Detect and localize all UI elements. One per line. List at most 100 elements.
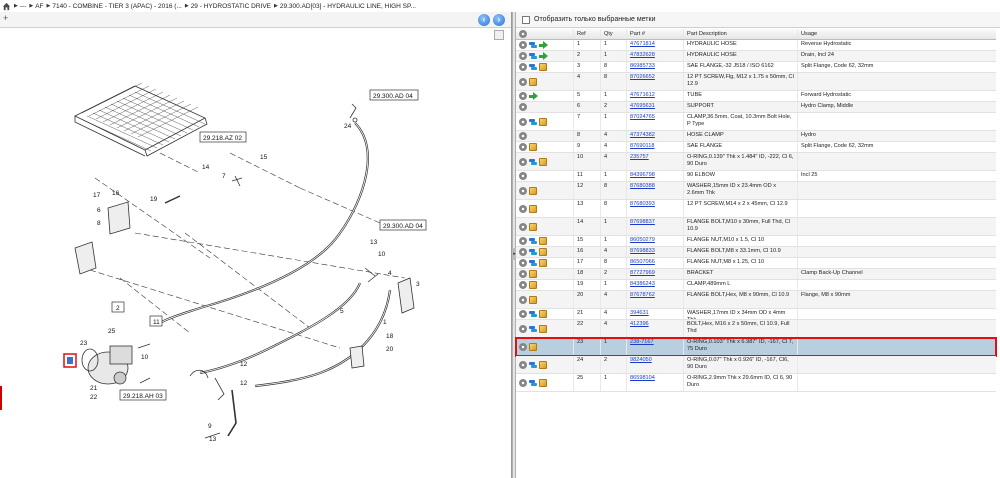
options-icon[interactable] — [519, 342, 527, 351]
column-header-ref[interactable]: Ref — [574, 29, 601, 39]
table-row[interactable]: 22 4 412396 BOLT,Hex, M16 x 2 x 50mm, Cl 10… — [516, 320, 996, 338]
table-row[interactable]: 6 2 47695631 SUPPORT Hydro Clamp, Middle — [516, 102, 996, 113]
cell-part-number[interactable]: 84386243 — [627, 280, 684, 290]
swap-icon[interactable] — [529, 361, 537, 369]
callout-15[interactable]: 15 — [260, 154, 268, 161]
swap-icon[interactable] — [529, 310, 537, 318]
package-icon[interactable] — [539, 378, 547, 387]
cell-part-number[interactable]: 87680393 — [627, 200, 684, 217]
part-number-link[interactable]: 394631 — [630, 310, 649, 316]
forward-arrow-icon[interactable] — [529, 92, 538, 100]
options-icon[interactable] — [519, 172, 527, 180]
table-row[interactable]: 3 8 86985733 SAE FLANGE,-32 J518 / ISO 6162… — [516, 62, 996, 73]
table-row[interactable]: 7 1 87024765 CLAMP,36.5mm, Coat, 10.3mm Bol… — [516, 113, 996, 131]
table-row[interactable]: 19 1 84386243 CLAMP,489mm L — [516, 280, 996, 291]
callout-19[interactable]: 19 — [150, 196, 158, 203]
cell-part-number[interactable]: 235757 — [627, 153, 684, 170]
callout-10b[interactable]: 10 — [141, 354, 149, 361]
package-icon[interactable] — [529, 295, 537, 304]
table-row[interactable]: 13 8 87680393 12 PT SCREW,M14 x 2 x 45mm, C… — [516, 200, 996, 218]
options-icon[interactable] — [519, 41, 527, 49]
cell-part-number[interactable]: 86985733 — [627, 62, 684, 72]
options-icon[interactable] — [519, 117, 527, 126]
breadcrumb-item-section[interactable]: 29 - HYDROSTATIC DRIVE — [191, 3, 271, 10]
cell-part-number[interactable]: 86598104 — [627, 374, 684, 391]
callout-5[interactable]: 5 — [340, 308, 344, 315]
options-icon[interactable] — [519, 204, 527, 213]
table-row[interactable]: 1 1 47671814 HYDRAULIC HOSE Reverse Hydrosta… — [516, 40, 996, 51]
options-icon[interactable] — [519, 324, 527, 333]
callout-18[interactable]: 18 — [386, 333, 394, 340]
callout-6[interactable]: 6 — [97, 207, 101, 214]
options-icon[interactable] — [519, 222, 527, 231]
options-icon[interactable] — [519, 143, 527, 151]
part-number-link[interactable]: 87680388 — [630, 183, 655, 189]
table-row[interactable]: 14 1 87698837 FLANGE BOLT,M10 x 30mm, Full … — [516, 218, 996, 236]
options-icon[interactable] — [519, 295, 527, 304]
options-icon[interactable] — [519, 259, 527, 267]
package-icon[interactable] — [539, 360, 547, 369]
callout-24[interactable]: 24 — [344, 123, 352, 130]
callout-16[interactable]: 16 — [112, 190, 120, 197]
callout-4[interactable]: 4 — [388, 270, 392, 277]
cell-part-number[interactable]: 87678762 — [627, 291, 684, 308]
part-number-link[interactable]: 412396 — [630, 321, 649, 327]
cell-part-number[interactable]: 47832628 — [627, 51, 684, 61]
forward-arrow-icon[interactable] — [539, 41, 548, 49]
breadcrumb-item-model[interactable]: 7140 - COMBINE - TIER 3 (APAC) - 2016 (.… — [52, 3, 181, 10]
options-icon[interactable] — [519, 378, 527, 387]
breadcrumb-item-root[interactable]: --- — [20, 3, 27, 10]
package-icon[interactable] — [539, 237, 547, 245]
part-number-link[interactable]: 87678762 — [630, 292, 655, 298]
previous-page-button[interactable]: ‹ — [478, 14, 490, 26]
cell-part-number[interactable]: 86050279 — [627, 236, 684, 246]
part-number-link[interactable]: 87680393 — [630, 201, 655, 207]
cell-part-number[interactable]: 412396 — [627, 320, 684, 337]
table-row[interactable]: 17 8 86507066 FLANGE NUT,M8 x 1.25, Cl 10 — [516, 258, 996, 269]
swap-icon[interactable] — [529, 379, 537, 387]
part-number-link[interactable]: 87026652 — [630, 74, 655, 80]
cell-part-number[interactable]: 87024765 — [627, 113, 684, 130]
package-icon[interactable] — [539, 324, 547, 333]
package-icon[interactable] — [529, 270, 537, 278]
table-row[interactable]: 24 2 9824050 O-RING,0.07" Thk x 0.926" ID, … — [516, 356, 996, 374]
part-number-link[interactable]: 87024765 — [630, 114, 655, 120]
swap-icon[interactable] — [529, 41, 537, 49]
part-number-link[interactable]: 47832628 — [630, 52, 655, 58]
exploded-parts-diagram[interactable]: 29.300.AD 04 29.218.AZ 02 29.300.AD 04 2… — [0, 28, 511, 478]
cell-part-number[interactable]: 87690118 — [627, 142, 684, 152]
package-icon[interactable] — [539, 63, 547, 71]
package-icon[interactable] — [529, 186, 537, 195]
cell-part-number[interactable]: 47671814 — [627, 40, 684, 50]
callout-23[interactable]: 23 — [80, 340, 88, 347]
part-number-link[interactable]: 238-7167 — [630, 339, 654, 345]
cell-part-number[interactable]: 47374382 — [627, 131, 684, 141]
table-row[interactable]: 9 4 87690118 SAE FLANGE Split Flange, Code 6… — [516, 142, 996, 153]
callout-10[interactable]: 10 — [378, 251, 386, 258]
part-number-link[interactable]: 235757 — [630, 154, 649, 160]
callout-1[interactable]: 1 — [383, 319, 387, 326]
package-icon[interactable] — [539, 117, 547, 126]
callout-9[interactable]: 9 — [208, 423, 212, 430]
part-number-link[interactable]: 87698837 — [630, 219, 655, 225]
part-number-link[interactable]: 87690118 — [630, 143, 654, 149]
cell-part-number[interactable]: 87698837 — [627, 218, 684, 235]
package-icon[interactable] — [529, 204, 537, 213]
part-number-link[interactable]: 84396798 — [630, 172, 655, 178]
cell-part-number[interactable]: 87698833 — [627, 247, 684, 257]
part-number-link[interactable]: 87727969 — [630, 270, 655, 276]
options-icon[interactable] — [519, 248, 527, 256]
cell-part-number[interactable]: 86507066 — [627, 258, 684, 268]
part-number-link[interactable]: 47671612 — [630, 92, 655, 98]
cell-part-number[interactable]: 47671612 — [627, 91, 684, 101]
cell-part-number[interactable]: 238-7167 — [627, 338, 684, 355]
callout-25[interactable]: 25 — [108, 328, 116, 335]
diagram-scroll-toggle[interactable] — [494, 30, 504, 40]
table-row[interactable]: 4 8 87026652 12 PT SCREW,Flg, M12 x 1.75 x … — [516, 73, 996, 91]
package-icon[interactable] — [529, 222, 537, 231]
forward-arrow-icon[interactable] — [539, 52, 548, 60]
table-row[interactable]: 8 4 47374382 HOSE CLAMP Hydro — [516, 131, 996, 142]
column-header-part[interactable]: Part # — [627, 29, 684, 39]
home-icon[interactable] — [2, 2, 11, 11]
part-number-link[interactable]: 86598104 — [630, 375, 655, 381]
